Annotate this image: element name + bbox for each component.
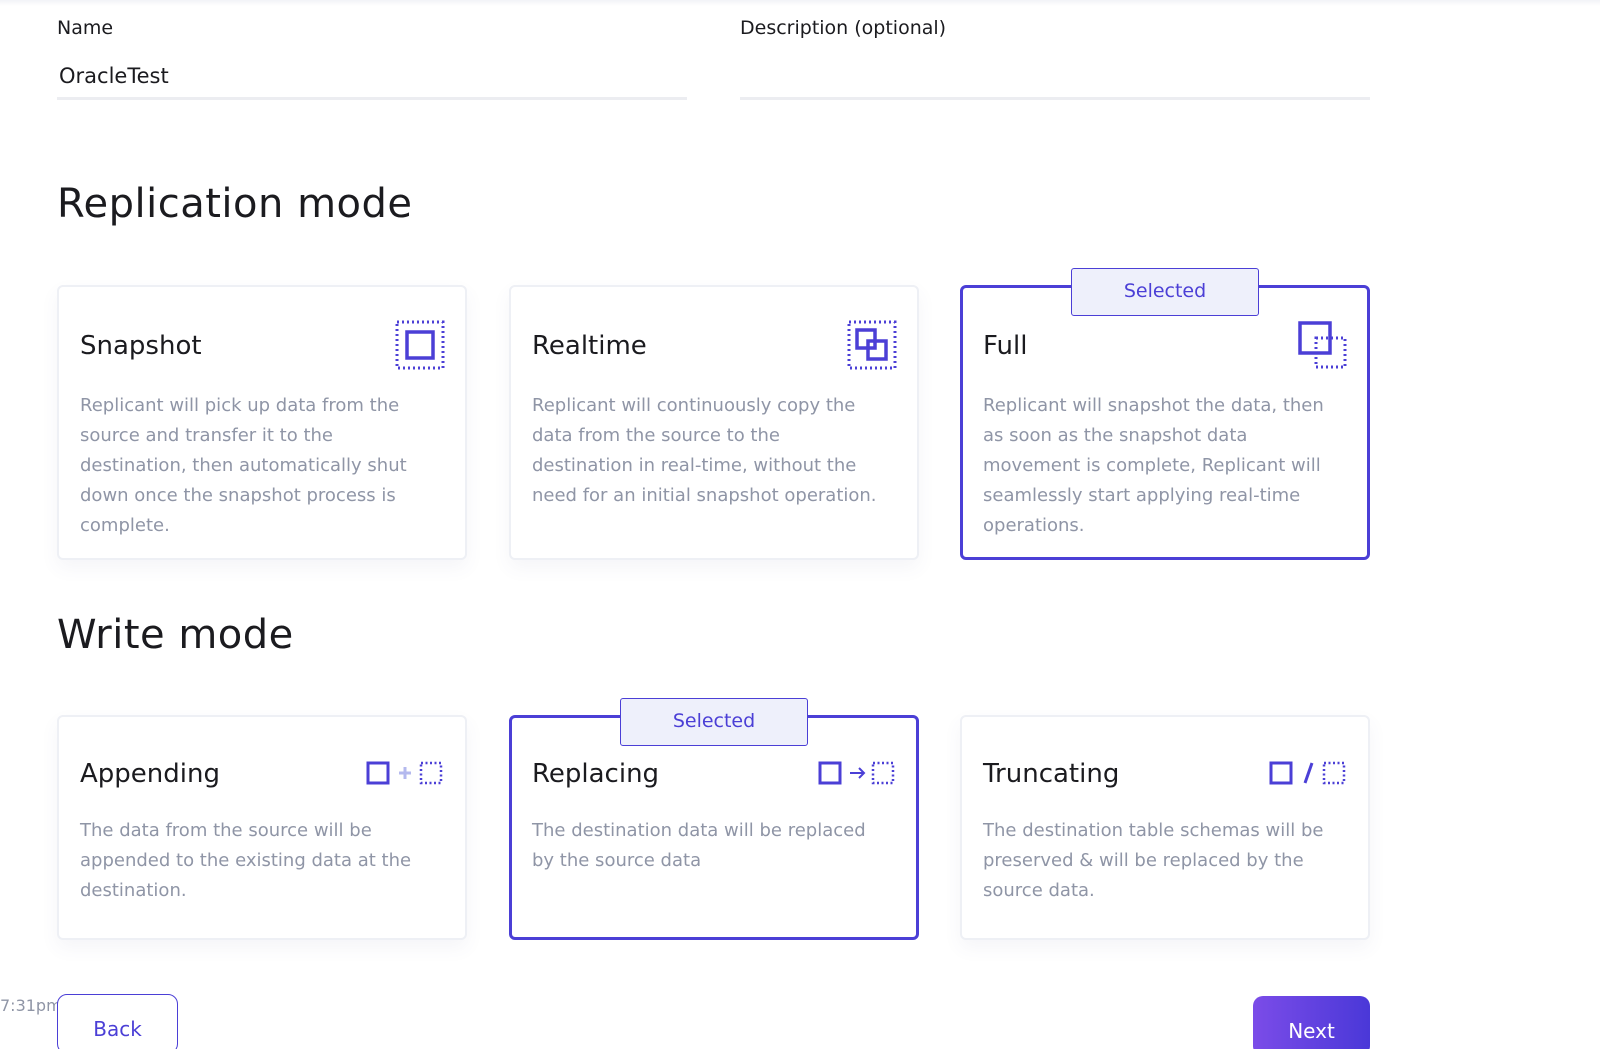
option-title: Realtime — [532, 331, 647, 361]
replication-mode-heading: Replication mode — [57, 181, 413, 227]
description-label: Description (optional) — [740, 17, 947, 39]
realtime-icon — [847, 320, 897, 370]
option-title: Snapshot — [80, 331, 202, 361]
name-field-group: Name — [57, 14, 687, 100]
snapshot-icon — [395, 320, 445, 370]
replication-option-full[interactable]: Selected Full Replicant will snapshot th… — [960, 268, 1370, 560]
pipeline-setup-page: Name Description (optional) Replication … — [0, 0, 1600, 1049]
option-description: The destination data will be replaced by… — [532, 820, 866, 871]
next-button[interactable]: Next — [1253, 996, 1370, 1049]
option-title: Replacing — [532, 759, 660, 789]
write-option-appending[interactable]: Appending The data from the source will … — [57, 715, 467, 940]
name-input[interactable] — [57, 60, 687, 100]
option-description: The data from the source will be appende… — [80, 820, 412, 901]
option-description: Replicant will snapshot the data, then a… — [983, 395, 1324, 536]
name-label: Name — [57, 17, 114, 39]
replace-icon — [818, 761, 895, 785]
truncate-icon — [1269, 761, 1346, 785]
option-description: Replicant will continuously copy the dat… — [532, 395, 877, 506]
description-input[interactable] — [740, 60, 1370, 100]
write-option-replacing[interactable]: Selected Replacing The destination data … — [509, 698, 919, 940]
option-title: Appending — [80, 759, 220, 789]
option-title: Truncating — [983, 759, 1120, 789]
append-icon — [366, 761, 443, 785]
full-icon — [1298, 321, 1347, 369]
option-title: Full — [983, 331, 1028, 361]
selected-badge: Selected — [620, 698, 808, 746]
description-field-group: Description (optional) — [740, 14, 1370, 100]
replication-option-realtime[interactable]: Realtime Replicant will continuously cop… — [509, 285, 919, 560]
top-edge-shadow — [0, 0, 1600, 6]
write-option-truncating[interactable]: Truncating The destination table schemas… — [960, 715, 1370, 940]
timestamp: 7:31pm — [0, 996, 62, 1015]
option-description: Replicant will pick up data from the sou… — [80, 395, 407, 536]
option-description: The destination table schemas will be pr… — [983, 820, 1324, 901]
write-mode-heading: Write mode — [57, 612, 294, 658]
replication-option-snapshot[interactable]: Snapshot Replicant will pick up data fro… — [57, 285, 467, 560]
selected-badge: Selected — [1071, 268, 1259, 316]
back-button[interactable]: Back — [57, 994, 178, 1049]
